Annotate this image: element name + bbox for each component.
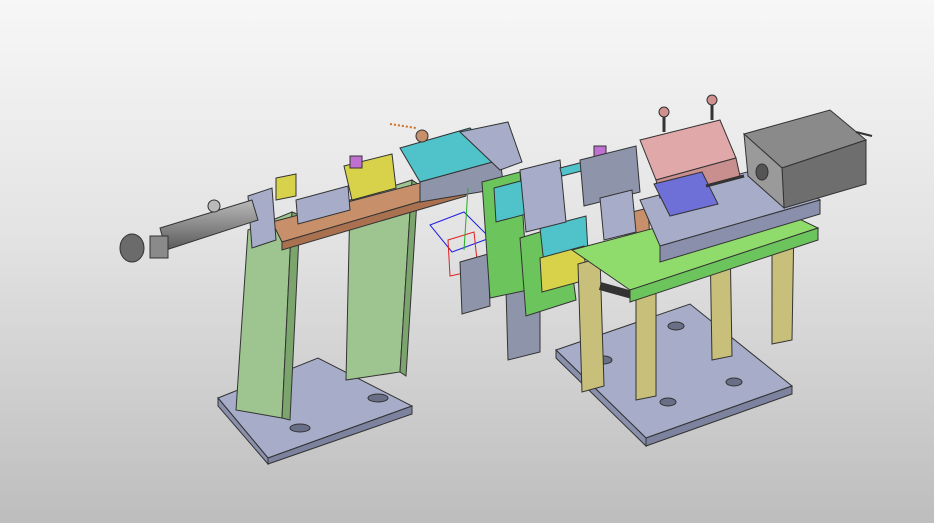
cylinder-fitting	[149, 235, 169, 259]
spring-wire	[389, 123, 417, 129]
base-slot	[367, 393, 389, 403]
cylinder-port[interactable]	[755, 163, 769, 181]
triad-plane	[429, 211, 491, 253]
gray-housing[interactable]	[519, 159, 567, 233]
base-slot	[725, 377, 743, 387]
cylinder-end-cap[interactable]	[119, 233, 145, 263]
cylinder-fitting[interactable]	[658, 106, 670, 118]
cad-3d-viewport[interactable]: X	[0, 0, 934, 523]
clamp-bracket[interactable]	[599, 189, 637, 241]
magenta-clamp[interactable]	[349, 155, 363, 169]
base-slot	[667, 321, 685, 331]
fitting-nut	[207, 199, 221, 213]
assembly-model[interactable]: X	[0, 0, 934, 523]
vertical-slide[interactable]	[459, 253, 491, 315]
y-axis-line	[463, 187, 469, 251]
small-bracket	[275, 173, 297, 201]
base-slot	[289, 423, 311, 433]
base-slot	[659, 397, 677, 407]
cylinder-fitting[interactable]	[706, 94, 718, 106]
copper-knob[interactable]	[415, 129, 429, 143]
right-frame-leg[interactable]	[577, 257, 605, 393]
